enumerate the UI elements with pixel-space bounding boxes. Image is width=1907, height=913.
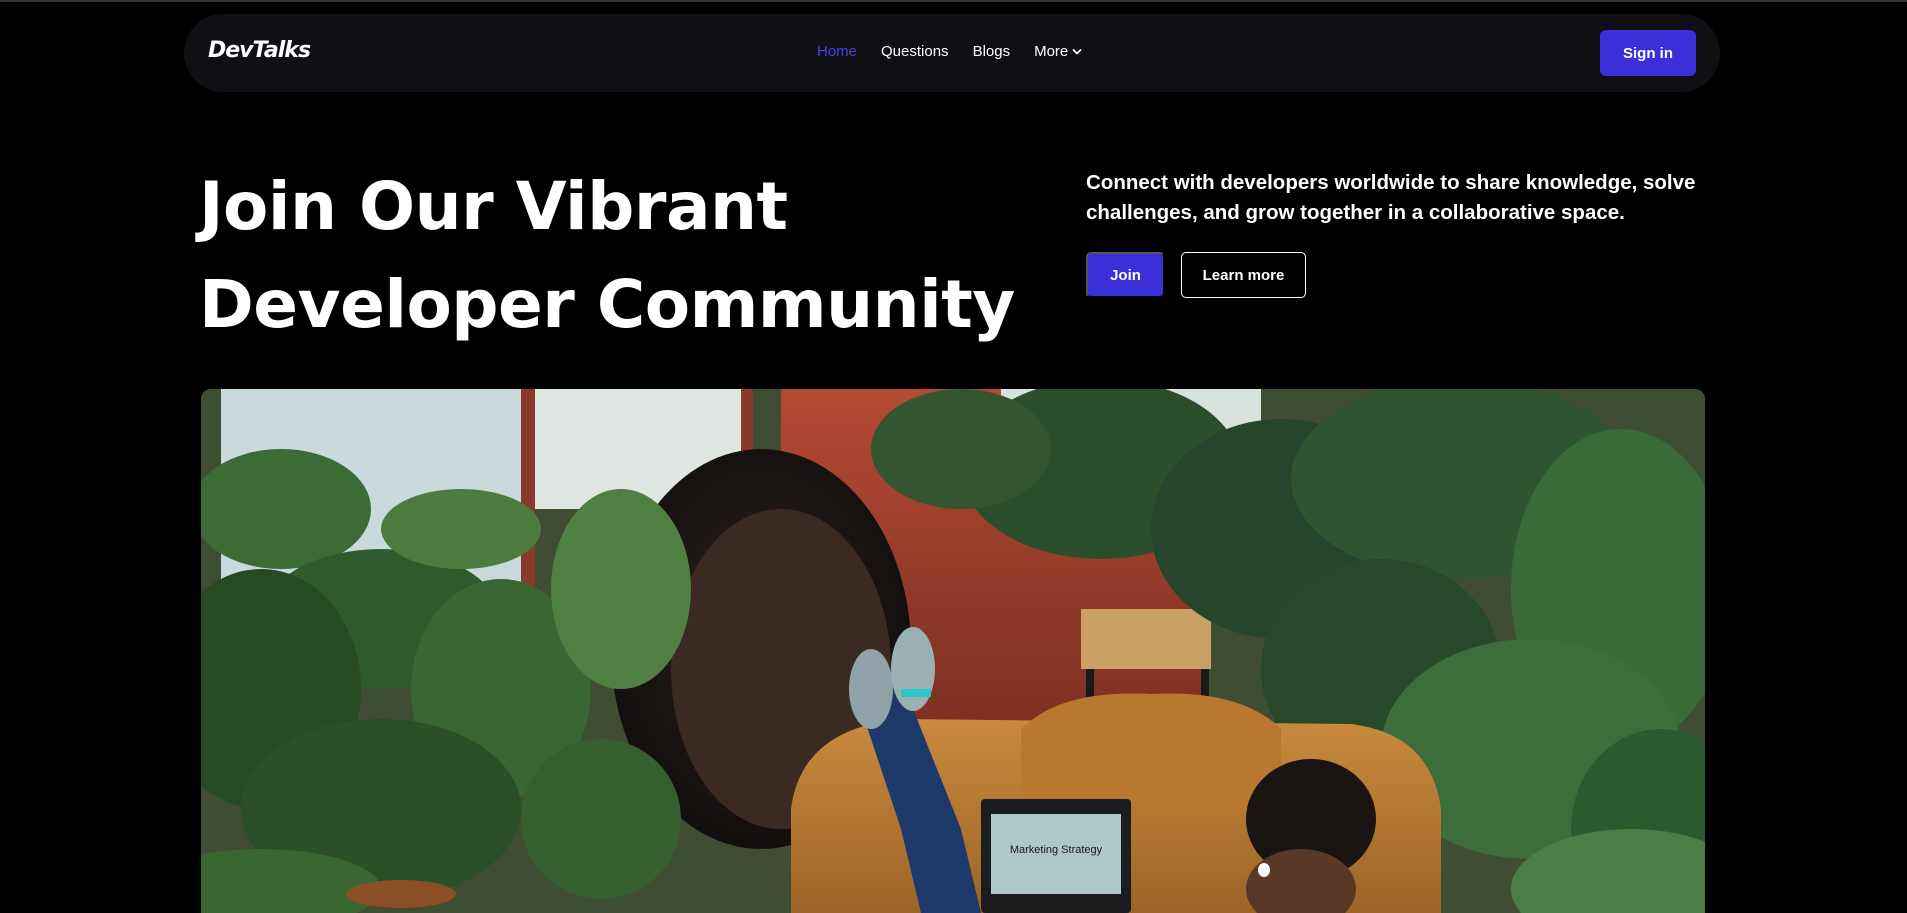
laptop: Marketing Strategy xyxy=(981,799,1131,913)
learn-more-button[interactable]: Learn more xyxy=(1181,252,1306,298)
sneaker-left xyxy=(849,649,893,729)
sofa-back xyxy=(1021,693,1281,809)
nav-link-blogs[interactable]: Blogs xyxy=(973,43,1011,60)
left-foliage xyxy=(201,449,691,899)
stool xyxy=(346,880,456,908)
laptop-screen-text: Marketing Strategy xyxy=(1010,844,1103,856)
sign-in-button[interactable]: Sign in xyxy=(1600,30,1696,76)
navbar: DevTalks Home Questions Blogs More Sign … xyxy=(184,14,1720,92)
top-border xyxy=(0,0,1907,2)
hero-title: Join Our Vibrant Developer Community xyxy=(199,168,1015,343)
nav-link-home[interactable]: Home xyxy=(817,43,857,60)
join-button[interactable]: Join xyxy=(1086,252,1165,298)
hero-image: Marketing Strategy xyxy=(201,389,1705,913)
planter-box xyxy=(1081,609,1211,669)
nav-link-more[interactable]: More xyxy=(1034,43,1082,60)
page: DevTalks Home Questions Blogs More Sign … xyxy=(0,0,1907,913)
nav-links: Home Questions Blogs More xyxy=(817,43,1106,60)
sneaker-accent xyxy=(901,689,931,697)
nav-link-questions[interactable]: Questions xyxy=(881,43,949,60)
hero-description: Connect with developers worldwide to sha… xyxy=(1086,171,1696,224)
chevron-down-icon xyxy=(1072,43,1082,60)
brand-logo[interactable]: DevTalks xyxy=(208,38,311,63)
sneaker-right xyxy=(891,627,935,711)
nav-link-more-label: More xyxy=(1034,43,1069,60)
hero-illustration: Marketing Strategy xyxy=(201,389,1705,913)
